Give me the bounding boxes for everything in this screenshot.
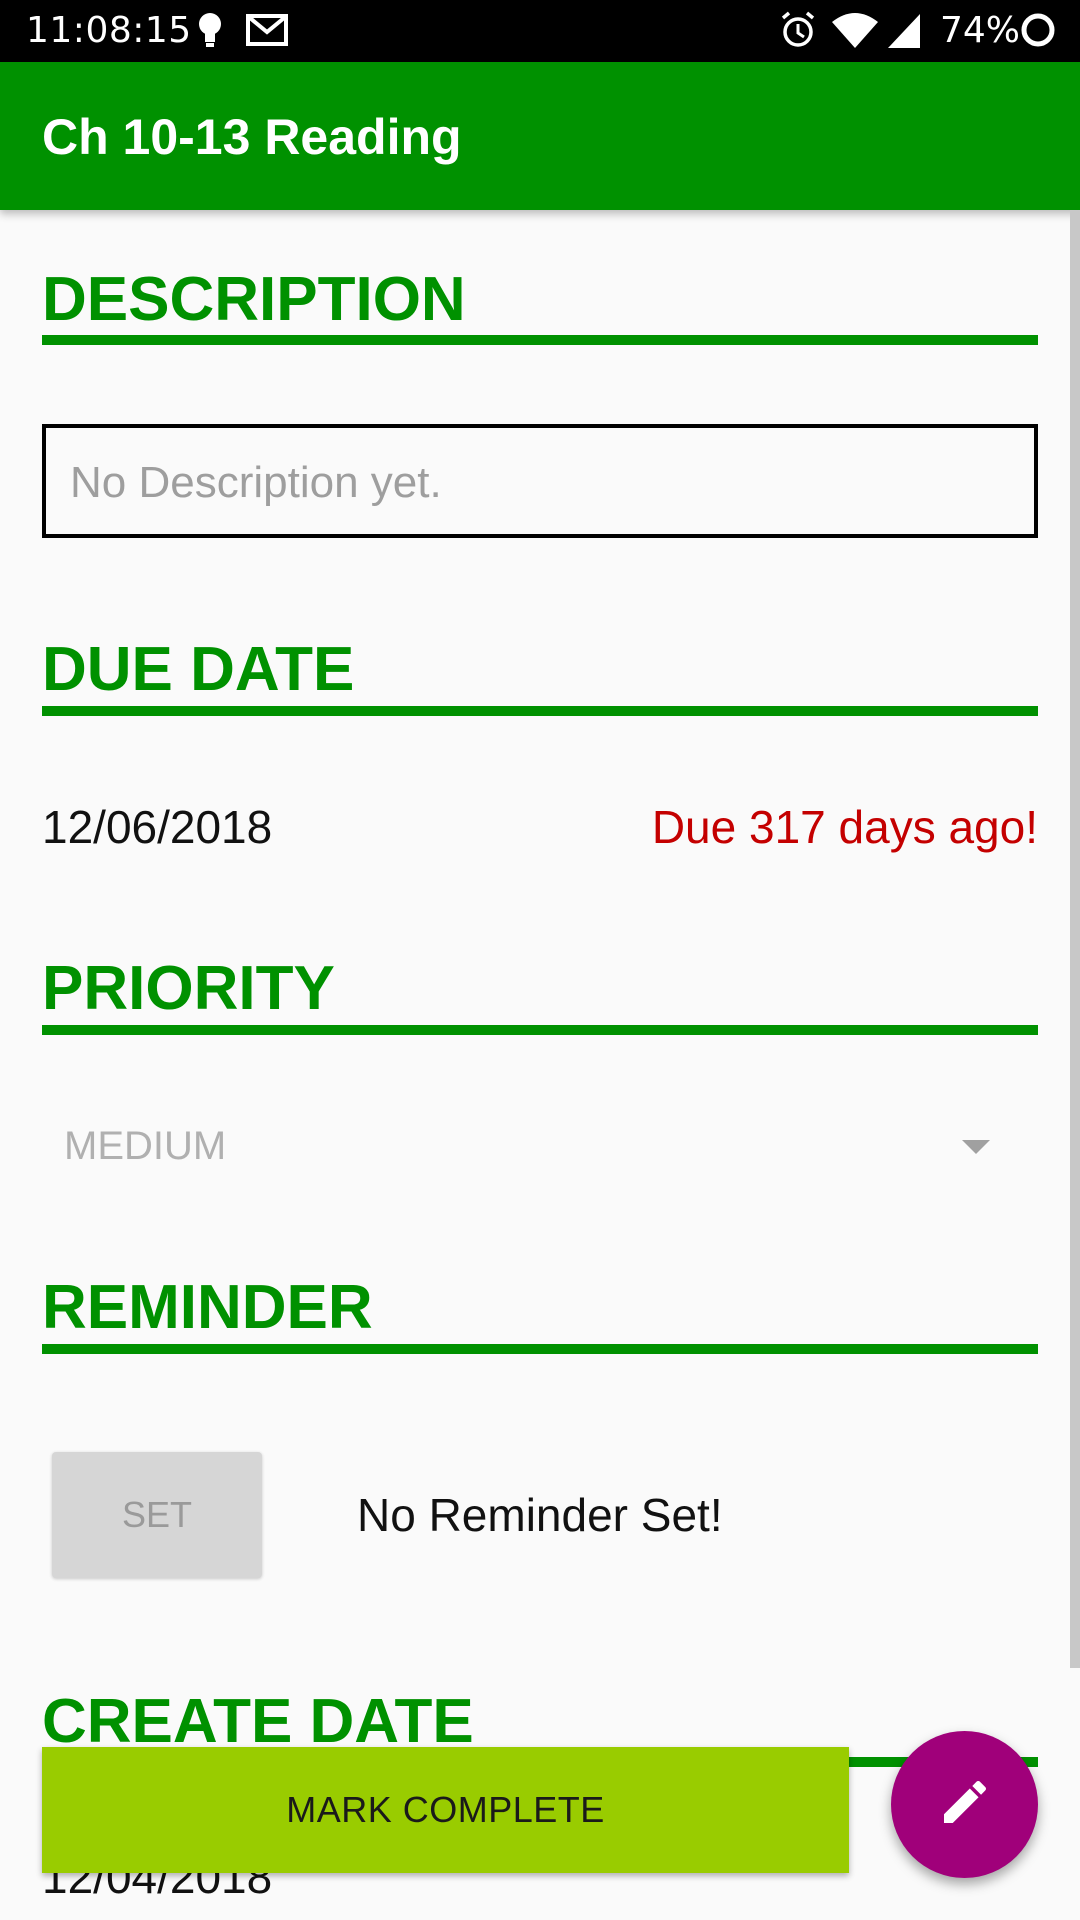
bulb-icon [196, 10, 224, 59]
scrollbar[interactable] [1070, 210, 1080, 1668]
priority-selected-value: MEDIUM [64, 1124, 227, 1168]
status-bar: 11:08:15 74% [0, 0, 1080, 62]
overdue-status: Due 317 days ago! [651, 801, 1038, 853]
battery-percentage: 74% [940, 10, 1021, 51]
app-bar: Ch 10-13 Reading [0, 62, 1080, 210]
reminder-status: No Reminder Set! [357, 1489, 723, 1541]
wifi-icon [830, 10, 880, 59]
edit-fab-button[interactable] [891, 1731, 1038, 1878]
description-heading: DESCRIPTION [42, 265, 466, 334]
priority-heading: PRIORITY [42, 954, 335, 1023]
mark-complete-button[interactable]: MARK COMPLETE [42, 1747, 849, 1873]
description-divider [42, 335, 1038, 345]
page-title: Ch 10-13 Reading [42, 109, 462, 165]
due-date-divider [42, 706, 1038, 716]
signal-icon [886, 10, 922, 59]
due-date-heading: DUE DATE [42, 635, 355, 704]
description-placeholder: No Description yet. [70, 458, 442, 507]
priority-divider [42, 1025, 1038, 1035]
alarm-icon [778, 10, 818, 59]
reminder-divider [42, 1344, 1038, 1354]
due-date-value: 12/06/2018 [42, 801, 273, 853]
priority-dropdown[interactable]: MEDIUM [42, 1110, 1002, 1190]
dropdown-arrow-icon [962, 1140, 990, 1154]
battery-icon [1018, 10, 1058, 59]
pencil-icon [937, 1774, 993, 1835]
set-reminder-button[interactable]: SET [52, 1452, 262, 1578]
reminder-heading: REMINDER [42, 1273, 373, 1342]
description-field[interactable]: No Description yet. [42, 424, 1038, 538]
gmail-icon [246, 10, 288, 59]
status-time: 11:08:15 [26, 10, 192, 51]
